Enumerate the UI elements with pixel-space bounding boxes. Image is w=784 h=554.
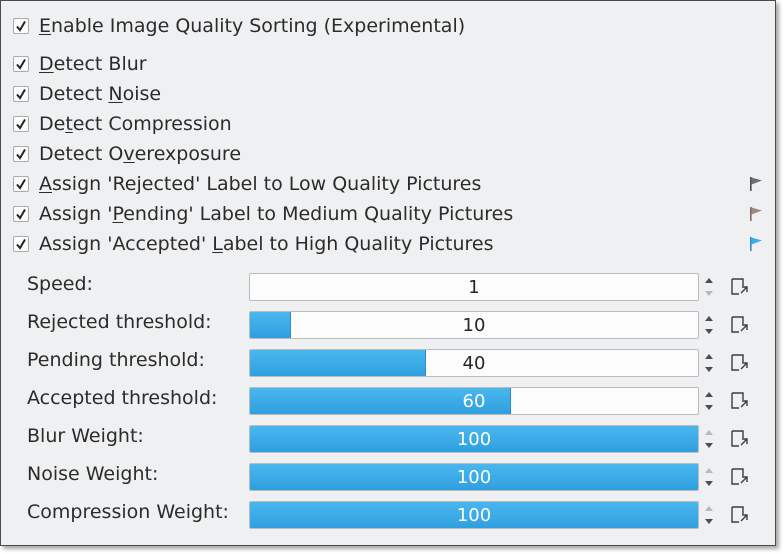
- spin-down-icon[interactable]: [705, 443, 713, 448]
- noise-weight-stepper[interactable]: [702, 463, 716, 491]
- checkbox-label: Detect Compression: [39, 113, 232, 135]
- spin-down-icon[interactable]: [705, 481, 713, 486]
- reset-to-default-icon[interactable]: [730, 315, 750, 335]
- check-icon: [16, 20, 26, 32]
- check-icon: [16, 178, 26, 190]
- rejected-threshold-stepper[interactable]: [702, 311, 716, 339]
- check-icon: [16, 208, 26, 220]
- assign-pending-label-checkbox[interactable]: Assign 'Pending' Label to Medium Quality…: [13, 202, 513, 226]
- pending-threshold-label: Pending threshold:: [27, 349, 205, 371]
- accepted-flag-icon: [750, 237, 762, 251]
- blur-weight-label: Blur Weight:: [27, 425, 144, 447]
- speed-value: 1: [468, 277, 480, 298]
- detect-compression-checkbox[interactable]: Detect Compression: [13, 112, 232, 136]
- spin-down-icon[interactable]: [705, 329, 713, 334]
- rejected-threshold-label: Rejected threshold:: [27, 311, 212, 333]
- spin-down-icon[interactable]: [705, 405, 713, 410]
- reset-to-default-icon[interactable]: [730, 429, 750, 449]
- blur-weight-value: 100: [456, 429, 492, 450]
- checkbox-box[interactable]: [13, 18, 29, 34]
- pending-threshold-spinbox[interactable]: 40: [249, 349, 699, 377]
- check-icon: [16, 238, 26, 250]
- check-icon: [16, 148, 26, 160]
- accepted-threshold-label: Accepted threshold:: [27, 387, 218, 409]
- reset-to-default-icon[interactable]: [730, 353, 750, 373]
- compression-weight-value: 100: [456, 505, 492, 526]
- checkbox-label: Detect Blur: [39, 53, 147, 75]
- rejected-threshold-spinbox[interactable]: 10: [249, 311, 699, 339]
- accepted-threshold-value: 60: [462, 391, 486, 412]
- pending-threshold-value: 40: [462, 353, 486, 374]
- check-icon: [16, 88, 26, 100]
- noise-weight-value: 100: [456, 467, 492, 488]
- rejected-threshold-value: 10: [462, 315, 486, 336]
- checkbox-label: Assign 'Pending' Label to Medium Quality…: [39, 203, 514, 225]
- spin-up-icon[interactable]: [705, 354, 713, 359]
- spin-down-icon[interactable]: [705, 367, 713, 372]
- checkbox-box[interactable]: [13, 146, 29, 162]
- checkbox-label: Enable Image Quality Sorting (Experiment…: [39, 15, 466, 37]
- reset-to-default-icon[interactable]: [730, 467, 750, 487]
- enable-image-quality-sorting-checkbox[interactable]: Enable Image Quality Sorting (Experiment…: [13, 14, 465, 38]
- blur-weight-spinbox[interactable]: 100: [249, 425, 699, 453]
- compression-weight-spinbox[interactable]: 100: [249, 501, 699, 529]
- spin-up-icon[interactable]: [705, 430, 713, 435]
- speed-label: Speed:: [27, 273, 93, 295]
- spin-up-icon[interactable]: [705, 316, 713, 321]
- reset-to-default-icon[interactable]: [730, 277, 750, 297]
- speed-spinbox[interactable]: 1: [249, 273, 699, 301]
- pending-flag-icon: [750, 207, 762, 221]
- blur-weight-stepper[interactable]: [702, 425, 716, 453]
- checkbox-box[interactable]: [13, 56, 29, 72]
- accepted-threshold-spinbox[interactable]: 60: [249, 387, 699, 415]
- spin-up-icon[interactable]: [705, 392, 713, 397]
- checkbox-label: Detect Overexposure: [39, 143, 242, 165]
- noise-weight-spinbox[interactable]: 100: [249, 463, 699, 491]
- checkbox-label: Assign 'Accepted' Label to High Quality …: [39, 233, 494, 255]
- checkbox-label: Assign 'Rejected' Label to Low Quality P…: [39, 173, 482, 195]
- image-quality-settings-panel: Enable Image Quality Sorting (Experiment…: [0, 0, 776, 546]
- compression-weight-stepper[interactable]: [702, 501, 716, 529]
- checkbox-box[interactable]: [13, 206, 29, 222]
- reset-to-default-icon[interactable]: [730, 505, 750, 525]
- detect-blur-checkbox[interactable]: Detect Blur: [13, 52, 147, 76]
- spin-down-icon[interactable]: [705, 519, 713, 524]
- noise-weight-label: Noise Weight:: [27, 463, 159, 485]
- checkbox-box[interactable]: [13, 176, 29, 192]
- spin-up-icon[interactable]: [705, 506, 713, 511]
- speed-stepper[interactable]: [702, 273, 716, 301]
- reset-to-default-icon[interactable]: [730, 391, 750, 411]
- checkbox-label: Detect Noise: [39, 83, 162, 105]
- assign-accepted-label-checkbox[interactable]: Assign 'Accepted' Label to High Quality …: [13, 232, 494, 256]
- spin-up-icon[interactable]: [705, 468, 713, 473]
- checkbox-box[interactable]: [13, 236, 29, 252]
- detect-noise-checkbox[interactable]: Detect Noise: [13, 82, 161, 106]
- pending-threshold-stepper[interactable]: [702, 349, 716, 377]
- rejected-flag-icon: [750, 177, 762, 191]
- check-icon: [16, 58, 26, 70]
- checkbox-box[interactable]: [13, 86, 29, 102]
- spin-down-icon[interactable]: [705, 291, 713, 296]
- assign-rejected-label-checkbox[interactable]: Assign 'Rejected' Label to Low Quality P…: [13, 172, 481, 196]
- accepted-threshold-stepper[interactable]: [702, 387, 716, 415]
- compression-weight-label: Compression Weight:: [27, 501, 229, 523]
- checkbox-box[interactable]: [13, 116, 29, 132]
- detect-overexposure-checkbox[interactable]: Detect Overexposure: [13, 142, 241, 166]
- check-icon: [16, 118, 26, 130]
- spin-up-icon[interactable]: [705, 278, 713, 283]
